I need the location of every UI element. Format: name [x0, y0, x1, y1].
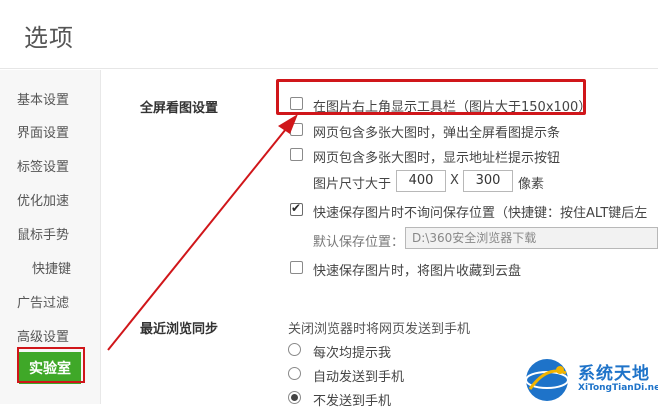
watermark-name: 系统天地 [578, 364, 650, 384]
watermark-url: XiTongTianDi.net [578, 383, 658, 393]
annotation-arrow [107, 114, 298, 351]
globe-logo-icon [525, 359, 569, 401]
watermark: 系统天地 XiTongTianDi.net [520, 355, 658, 404]
